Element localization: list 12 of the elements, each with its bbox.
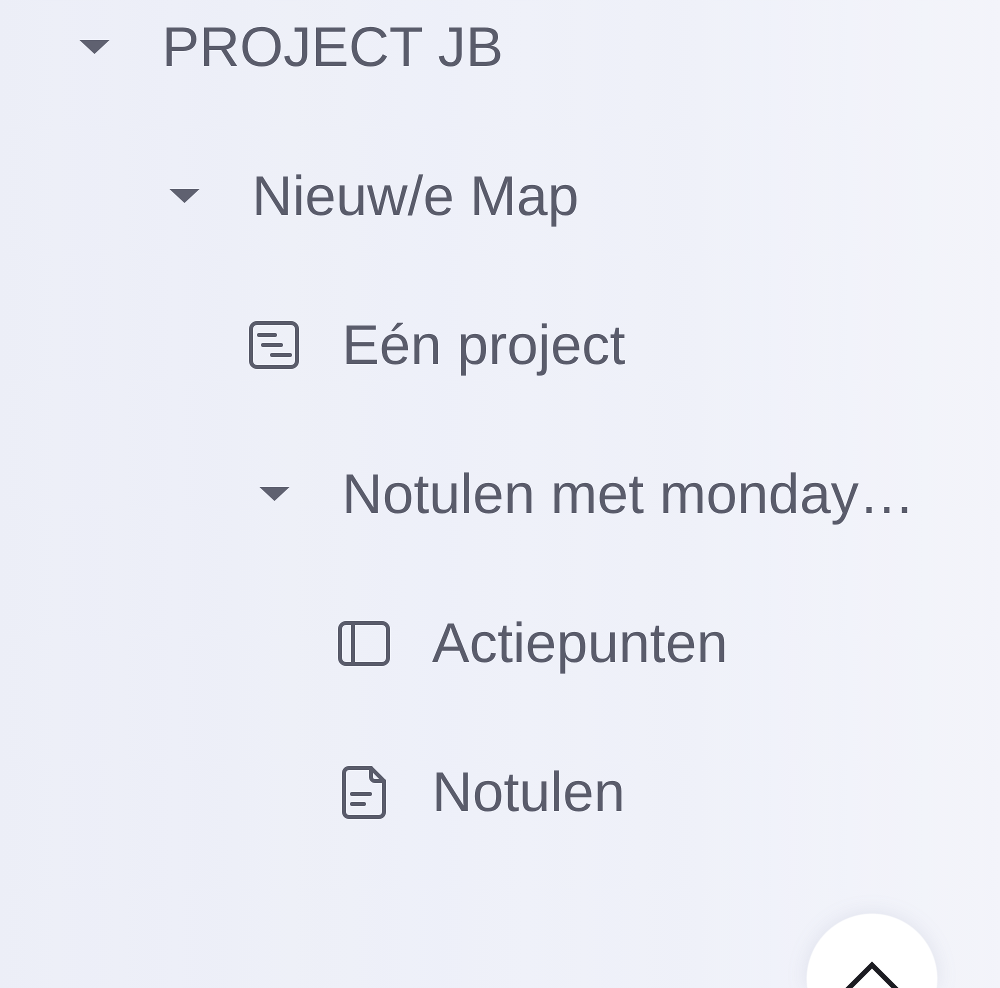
- tree-item[interactable]: Nieuw/e Map: [152, 161, 579, 231]
- caret-down-icon[interactable]: [168, 188, 200, 204]
- tree-item[interactable]: PROJECT JB: [62, 12, 504, 82]
- tree-item[interactable]: Notulen met monday…: [242, 459, 915, 529]
- tree-item[interactable]: Notulen: [332, 757, 626, 827]
- caret-down-icon[interactable]: [78, 39, 110, 55]
- sidebar-layout-icon: [338, 620, 390, 666]
- board-icon: [249, 321, 299, 369]
- caret-down-icon[interactable]: [258, 486, 290, 502]
- document-icon: [342, 766, 386, 818]
- tree-item[interactable]: Eén project: [242, 310, 626, 380]
- tree-item[interactable]: Actiepunten: [332, 608, 728, 678]
